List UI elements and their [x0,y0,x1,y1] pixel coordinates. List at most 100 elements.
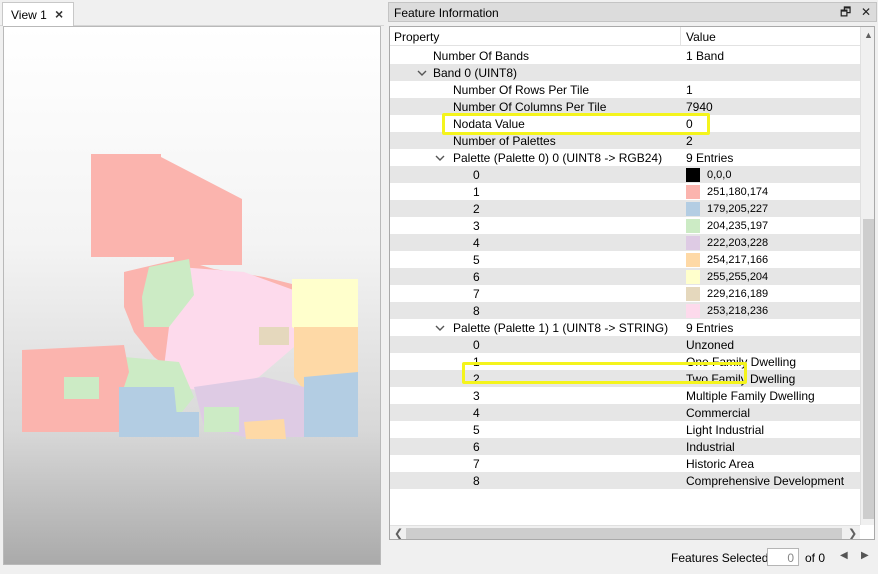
map-zone-blue-2 [164,412,199,437]
next-feature-icon[interactable]: ▶ [861,550,869,561]
property-name: Number of Palettes [453,134,556,148]
restore-icon[interactable]: 🗗 [840,4,851,20]
rgb-value: 255,255,204 [707,271,769,283]
property-value: Comprehensive Development [686,474,845,488]
scroll-up-icon[interactable]: ▲ [864,30,873,40]
rgb-value: 229,216,189 [707,288,769,300]
rgb-value: 251,180,174 [707,186,769,198]
property-name: 5 [473,253,480,267]
property-row[interactable]: Palette (Palette 0) 0 (UINT8 -> RGB24) 9 … [390,149,860,166]
property-row[interactable]: Band 0 (UINT8) [390,64,860,81]
view-tab[interactable]: View 1 × [2,2,74,26]
property-value: Light Industrial [686,423,765,437]
close-icon[interactable]: × [55,6,63,22]
property-row[interactable]: 0 Unzoned [390,336,860,353]
property-value: Commercial [686,406,751,420]
color-swatch [686,202,700,216]
property-name: 3 [473,389,480,403]
vertical-scroll-thumb[interactable] [863,219,874,519]
property-name: Number Of Columns Per Tile [453,100,607,114]
map-view[interactable] [3,26,381,565]
property-value: 2 [686,134,693,148]
map-zone-orange-2 [244,419,286,439]
palette-entry-row[interactable]: 4 222,203,228 [390,234,860,251]
rgb-value: 222,203,228 [707,237,769,249]
rgb-value: 254,217,166 [707,254,769,266]
rgb-value: 0,0,0 [707,169,732,181]
property-name: 7 [473,457,480,471]
close-icon[interactable]: ✕ [861,4,871,20]
property-row[interactable]: 5 Light Industrial [390,421,860,438]
rgb-value: 179,205,227 [707,203,769,215]
property-name: 6 [473,440,480,454]
view-tab-bar: View 1 × [0,0,384,26]
horizontal-scroll-thumb[interactable] [406,528,842,539]
property-name: 8 [473,474,480,488]
property-row[interactable]: 6 Industrial [390,438,860,455]
horizontal-scrollbar[interactable]: ❮ ❯ [390,525,860,539]
column-header-property[interactable]: Property [394,30,439,44]
column-header-value[interactable]: Value [686,30,716,44]
property-name: 2 [473,202,480,216]
property-row[interactable]: 4 Commercial [390,404,860,421]
rgb-value: 204,235,197 [707,220,769,232]
property-name: 0 [473,338,480,352]
property-row[interactable]: 3 Multiple Family Dwelling [390,387,860,404]
tree-header: Property Value [390,27,860,46]
property-value: Unzoned [686,338,735,352]
palette-entry-row[interactable]: 7 229,216,189 [390,285,860,302]
features-selected-count[interactable]: 0 [767,548,799,566]
features-selected-label: Features Selected: [671,551,772,565]
color-swatch [686,236,700,250]
property-value: Industrial [686,440,735,454]
property-name: 8 [473,304,480,318]
palette-entry-row[interactable]: 8 253,218,236 [390,302,860,319]
property-name: 7 [473,287,480,301]
map-zone-west-lower [22,402,122,432]
property-row[interactable]: 8 Comprehensive Development [390,472,860,489]
property-value: 9 Entries [686,151,734,165]
vertical-scrollbar[interactable]: ▲ [860,27,874,525]
palette-entry-row[interactable]: 6 255,255,204 [390,268,860,285]
property-tree[interactable]: Property Value Number Of Bands 1 Band Band… [389,26,875,540]
property-row[interactable]: Number Of Bands 1 Band [390,47,860,64]
palette-entry-row[interactable]: 2 179,205,227 [390,200,860,217]
property-name: 5 [473,423,480,437]
color-swatch [686,219,700,233]
property-row[interactable]: Number Of Rows Per Tile 1 [390,81,860,98]
chevron-down-icon[interactable] [435,322,445,332]
column-divider[interactable] [680,27,681,46]
property-value: 9 Entries [686,321,734,335]
scroll-left-icon[interactable]: ❮ [394,527,403,539]
property-name: 4 [473,236,480,250]
palette-entry-row[interactable]: 3 204,235,197 [390,217,860,234]
feature-info-panel: Feature Information 🗗 ✕ Property Value N… [388,2,877,572]
property-value: Multiple Family Dwelling [686,389,815,403]
previous-feature-icon[interactable]: ◀ [840,550,848,561]
palette-entry-row[interactable]: 1 251,180,174 [390,183,860,200]
highlight-unzoned [462,362,747,384]
color-swatch [686,270,700,284]
map-zone-blue-right [304,372,358,437]
chevron-down-icon[interactable] [417,67,427,77]
color-swatch [686,168,700,182]
property-name: 3 [473,219,480,233]
property-row[interactable]: Palette (Palette 1) 1 (UINT8 -> STRING) 9… [390,319,860,336]
features-total: of 0 [805,551,826,565]
view-tab-label: View 1 [11,8,47,22]
panel-title: Feature Information [394,6,499,20]
property-name: 1 [473,185,480,199]
property-value: Historic Area [686,457,755,471]
property-value: 1 [686,83,693,97]
palette-entry-row[interactable]: 5 254,217,166 [390,251,860,268]
map-zone-unzoned-large [91,154,242,265]
raster-map[interactable] [4,27,380,564]
highlight-nodata [442,113,710,135]
property-value: 1 Band [686,49,725,63]
color-swatch [686,253,700,267]
property-row[interactable]: 7 Historic Area [390,455,860,472]
chevron-down-icon[interactable] [435,152,445,162]
property-name: Number Of Rows Per Tile [453,83,590,97]
scroll-right-icon[interactable]: ❯ [848,527,857,539]
palette-entry-row[interactable]: 0 0,0,0 [390,166,860,183]
